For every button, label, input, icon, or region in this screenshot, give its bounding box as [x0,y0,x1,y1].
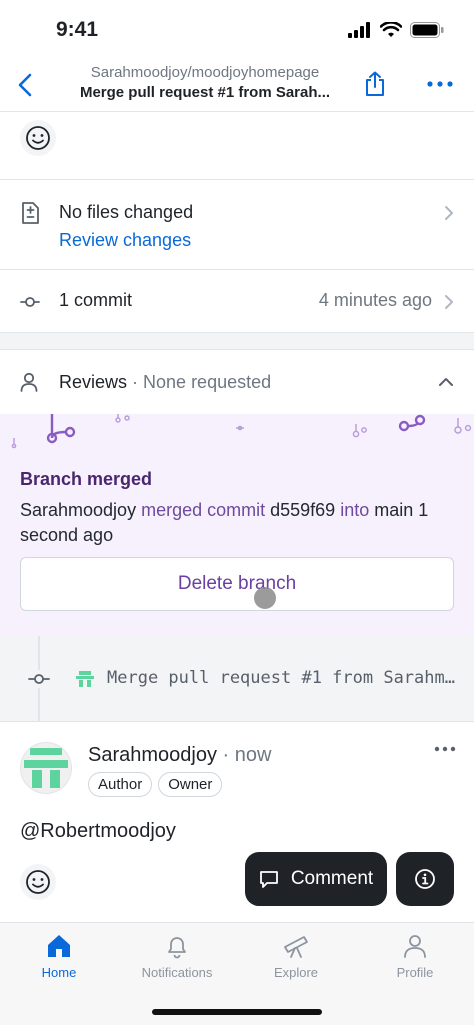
comment-timestamp: · now [216,744,272,766]
smiley-icon [26,870,50,894]
avatar[interactable] [20,742,72,794]
back-button[interactable] [8,68,42,102]
info-icon [415,869,435,889]
comment-author[interactable]: Sarahmoodjoy [88,744,217,766]
status-bar: 9:41 [0,0,474,60]
person-icon [404,935,426,958]
file-diff-icon [22,202,39,224]
commit-count: 1 commit [59,290,133,310]
bell-icon [168,937,186,959]
chevron-up-icon[interactable] [438,377,454,387]
add-reaction-button[interactable] [20,120,56,156]
page-title: Merge pull request #1 from Sarah... [79,84,331,101]
home-indicator [152,1009,322,1015]
tab-label: Home [41,965,77,980]
comment-button[interactable]: Comment [245,852,387,906]
review-changes-link[interactable]: Review changes [59,230,191,251]
tab-label: Notifications [141,965,213,980]
pr-reaction-row [0,112,474,180]
comment-button-label: Comment [290,868,374,889]
reviews-row[interactable]: Reviews · None requested [0,350,474,414]
tab-explore[interactable]: Explore [237,933,355,993]
merge-commit-sha[interactable]: d559f69 [270,500,335,520]
files-changed-row[interactable]: No files changed Review changes [0,180,474,270]
reviews-separator: · [127,372,144,392]
chevron-left-icon [18,73,32,97]
share-button[interactable] [360,68,390,100]
merge-description: Sarahmoodjoy merged commit d559f69 into … [20,498,460,548]
chevron-right-icon [445,206,453,220]
chevron-right-icon [445,295,453,309]
comment-author-line: Sarahmoodjoy · now [88,744,271,767]
share-icon [366,71,384,96]
tab-notifications[interactable]: Notifications [118,933,236,993]
signal-icon [348,22,370,38]
tab-label: Explore [273,965,319,980]
tab-home[interactable]: Home [0,933,118,993]
commit-timeline-item[interactable]: Merge pull request #1 from Sarahmoodjoy/… [0,636,474,722]
smiley-icon [26,126,50,150]
git-commit-icon [20,297,40,307]
author-tag: Author [88,772,153,797]
comment-icon [259,871,278,888]
branch-merged-title: Branch merged [20,469,153,489]
status-time: 9:41 [56,18,99,41]
git-commit-icon [28,670,50,688]
ellipsis-icon [427,81,453,87]
home-icon [48,935,70,957]
merge-verb: merged commit [136,500,271,520]
repo-name: Sarahmoodjoy/moodjoyhomepage [90,64,320,81]
commit-time: 4 minutes ago [318,290,432,310]
delete-branch-button[interactable]: Delete branch [20,557,454,611]
tab-label: Profile [396,965,434,980]
commit-message: Merge pull request #1 from Sarahmoodjoy/… [107,668,457,688]
info-button[interactable] [396,852,454,906]
telescope-icon [284,936,308,958]
identicon-avatar [24,748,68,788]
merge-user[interactable]: Sarahmoodjoy [20,500,136,520]
commits-row[interactable]: 1 commit 4 minutes ago [0,270,474,332]
comment-more-icon[interactable] [434,746,456,752]
nav-titles: Sarahmoodjoy/moodjoyhomepage Merge pull … [60,64,350,101]
author-tags: Author Owner [88,772,223,797]
more-options-button[interactable] [424,72,456,96]
reviews-label: Reviews · None requested [59,372,271,393]
battery-icon [410,22,444,38]
merge-decoration-icons [11,414,472,449]
reviews-status: None requested [143,372,272,392]
add-reaction-button[interactable] [20,864,56,900]
touch-indicator [254,587,276,609]
identicon-avatar [76,671,94,687]
branch-merged-card: Branch merged Sarahmoodjoy merged commit… [0,414,474,636]
navigation-bar: Sarahmoodjoy/moodjoyhomepage Merge pull … [0,60,474,112]
status-icons [348,22,444,38]
section-divider [0,332,474,350]
reviews-title: Reviews [59,372,128,392]
tab-profile[interactable]: Profile [356,933,474,993]
person-icon [20,372,38,392]
wifi-icon [380,22,402,37]
files-changed-label: No files changed [59,202,194,222]
comment-body: @Robertmoodjoy [20,820,176,842]
merge-into: into [335,500,375,520]
owner-tag: Owner [158,772,223,797]
merge-target-branch: main [374,500,414,520]
